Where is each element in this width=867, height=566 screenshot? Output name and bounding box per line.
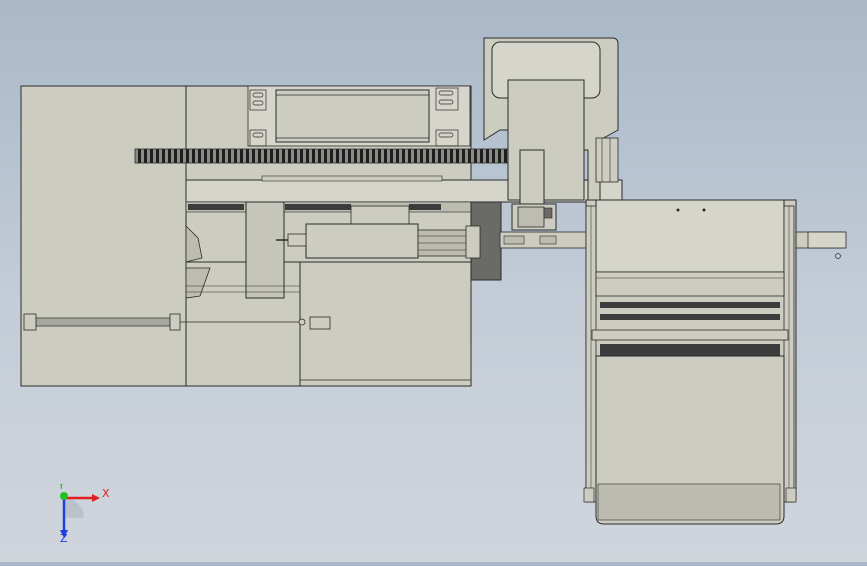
x-axis-label: X — [102, 487, 110, 500]
drive-plate — [519, 149, 545, 211]
x-axis-arrowhead — [92, 494, 100, 502]
z-axis-label: Z — [60, 532, 68, 544]
vertical-column[interactable] — [245, 201, 285, 299]
slot-strip — [185, 201, 472, 213]
cad-viewport[interactable] — [0, 0, 867, 562]
upper-frame — [247, 85, 471, 147]
y-axis-dot — [60, 492, 68, 500]
output-tray[interactable] — [595, 355, 785, 525]
hopper-unit[interactable] — [483, 37, 619, 201]
gear-rack[interactable] — [134, 148, 530, 164]
triad-plane — [64, 498, 84, 518]
motor-block[interactable] — [511, 203, 557, 231]
axis-triad: X Y Z — [50, 479, 120, 545]
assembly-drawing — [20, 37, 847, 525]
pneumatic-cylinder[interactable] — [417, 225, 481, 259]
y-axis-label: Y — [57, 484, 65, 492]
